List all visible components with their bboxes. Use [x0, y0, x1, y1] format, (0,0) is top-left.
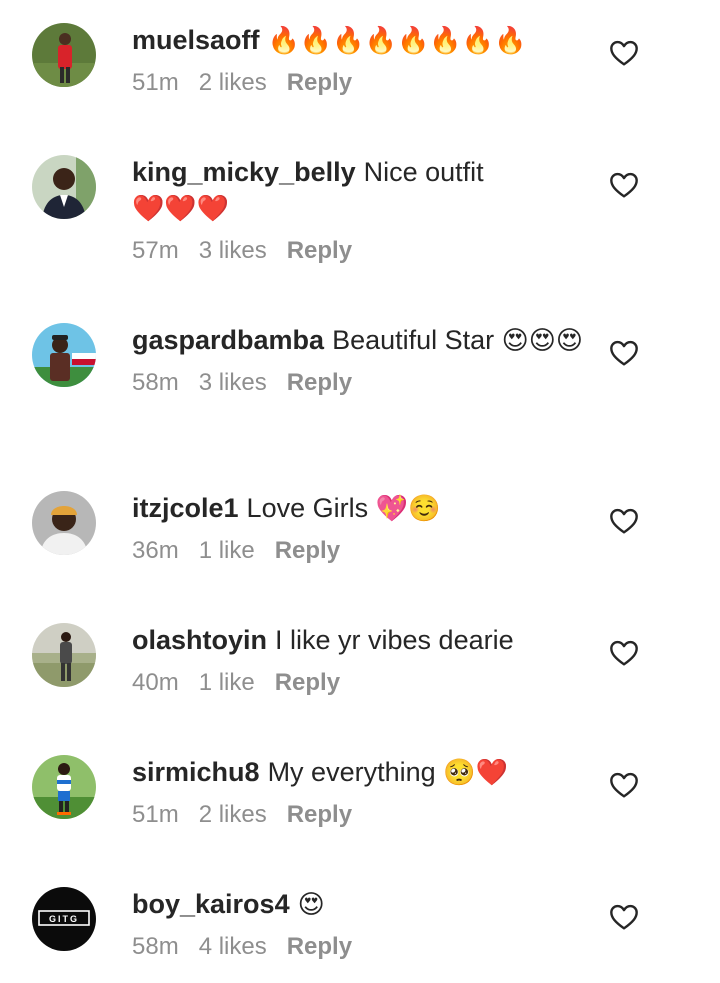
comment-meta: 58m 4 likes Reply — [132, 931, 587, 963]
comment-username[interactable]: king_micky_belly — [132, 157, 356, 187]
comment-text: sirmichu8 My everything 🥺❤️ — [132, 754, 587, 791]
reply-button[interactable]: Reply — [287, 933, 352, 960]
avatar[interactable] — [32, 755, 96, 819]
comment-text: olashtoyin I like yr vibes dearie — [132, 622, 587, 659]
comment-text: king_micky_belly Nice outfit ❤️❤️❤️ — [132, 154, 587, 227]
comment-text: gaspardbamba Beautiful Star 😍😍😍 — [132, 322, 587, 359]
comment-username[interactable]: gaspardbamba — [132, 325, 324, 355]
heart-icon[interactable] — [608, 901, 640, 933]
comment-emoji: 🔥🔥🔥🔥🔥🔥🔥🔥 — [267, 26, 527, 56]
comment-timestamp: 51m — [132, 69, 179, 96]
comment-like-count[interactable]: 1 like — [199, 537, 255, 564]
reply-button[interactable]: Reply — [275, 669, 340, 696]
comment-timestamp: 58m — [132, 933, 179, 960]
comment-like-count[interactable]: 1 like — [199, 669, 255, 696]
avatar[interactable] — [32, 155, 96, 219]
comment-like-count[interactable]: 2 likes — [199, 69, 267, 96]
comment-text: muelsaoff 🔥🔥🔥🔥🔥🔥🔥🔥 — [132, 22, 587, 59]
avatar[interactable] — [32, 323, 96, 387]
heart-icon[interactable] — [608, 337, 640, 369]
reply-button[interactable]: Reply — [287, 369, 352, 396]
avatar[interactable] — [32, 491, 96, 555]
comment-emoji: 🥺❤️ — [443, 758, 508, 788]
reply-button[interactable]: Reply — [275, 537, 340, 564]
comment-meta: 51m 2 likes Reply — [132, 799, 587, 831]
comment-message: Love Girls — [246, 493, 376, 523]
reply-button[interactable]: Reply — [287, 801, 352, 828]
avatar-logo-text: GITG — [49, 914, 79, 924]
comment-message: I like yr vibes dearie — [275, 625, 514, 655]
comment-username[interactable]: itzjcole1 — [132, 493, 239, 523]
comment-username[interactable]: muelsaoff — [132, 25, 260, 55]
comment-timestamp: 40m — [132, 669, 179, 696]
comment-like-count[interactable]: 4 likes — [199, 933, 267, 960]
comment-meta: 36m 1 like Reply — [132, 535, 587, 567]
comment-emoji: 😍 — [297, 890, 325, 920]
comment-meta: 51m 2 likes Reply — [132, 67, 587, 99]
comment-like-count[interactable]: 3 likes — [199, 369, 267, 396]
comment-message: My everything — [267, 757, 444, 787]
comment-meta: 58m 3 likes Reply — [132, 367, 587, 399]
avatar[interactable] — [32, 23, 96, 87]
comment-emoji: 😍😍😍 — [501, 326, 583, 356]
comment-meta: 57m 3 likes Reply — [132, 235, 587, 267]
comment-message: Nice outfit — [363, 157, 484, 187]
comment-like-count[interactable]: 3 likes — [199, 237, 267, 264]
comment-timestamp: 57m — [132, 237, 179, 264]
heart-icon[interactable] — [608, 37, 640, 69]
comment-message: Beautiful Star — [332, 325, 502, 355]
heart-icon[interactable] — [608, 769, 640, 801]
comment-text: boy_kairos4 😍 — [132, 886, 587, 923]
comment-text: itzjcole1 Love Girls 💖☺️ — [132, 490, 587, 527]
comment-timestamp: 58m — [132, 369, 179, 396]
heart-icon[interactable] — [608, 637, 640, 669]
avatar[interactable] — [32, 623, 96, 687]
comments-list: muelsaoff 🔥🔥🔥🔥🔥🔥🔥🔥 51m 2 likes Reply king_m… — [0, 0, 720, 983]
comment-timestamp: 36m — [132, 537, 179, 564]
comment-timestamp: 51m — [132, 801, 179, 828]
comment-like-count[interactable]: 2 likes — [199, 801, 267, 828]
heart-icon[interactable] — [608, 169, 640, 201]
comment-username[interactable]: sirmichu8 — [132, 757, 260, 787]
reply-button[interactable]: Reply — [287, 237, 352, 264]
comment-emoji: ❤️❤️❤️ — [132, 194, 230, 224]
comment-username[interactable]: boy_kairos4 — [132, 889, 290, 919]
heart-icon[interactable] — [608, 505, 640, 537]
reply-button[interactable]: Reply — [287, 69, 352, 96]
avatar[interactable]: GITG — [32, 887, 96, 951]
comment-meta: 40m 1 like Reply — [132, 667, 587, 699]
comment-emoji: 💖☺️ — [375, 494, 441, 524]
comment-username[interactable]: olashtoyin — [132, 625, 267, 655]
